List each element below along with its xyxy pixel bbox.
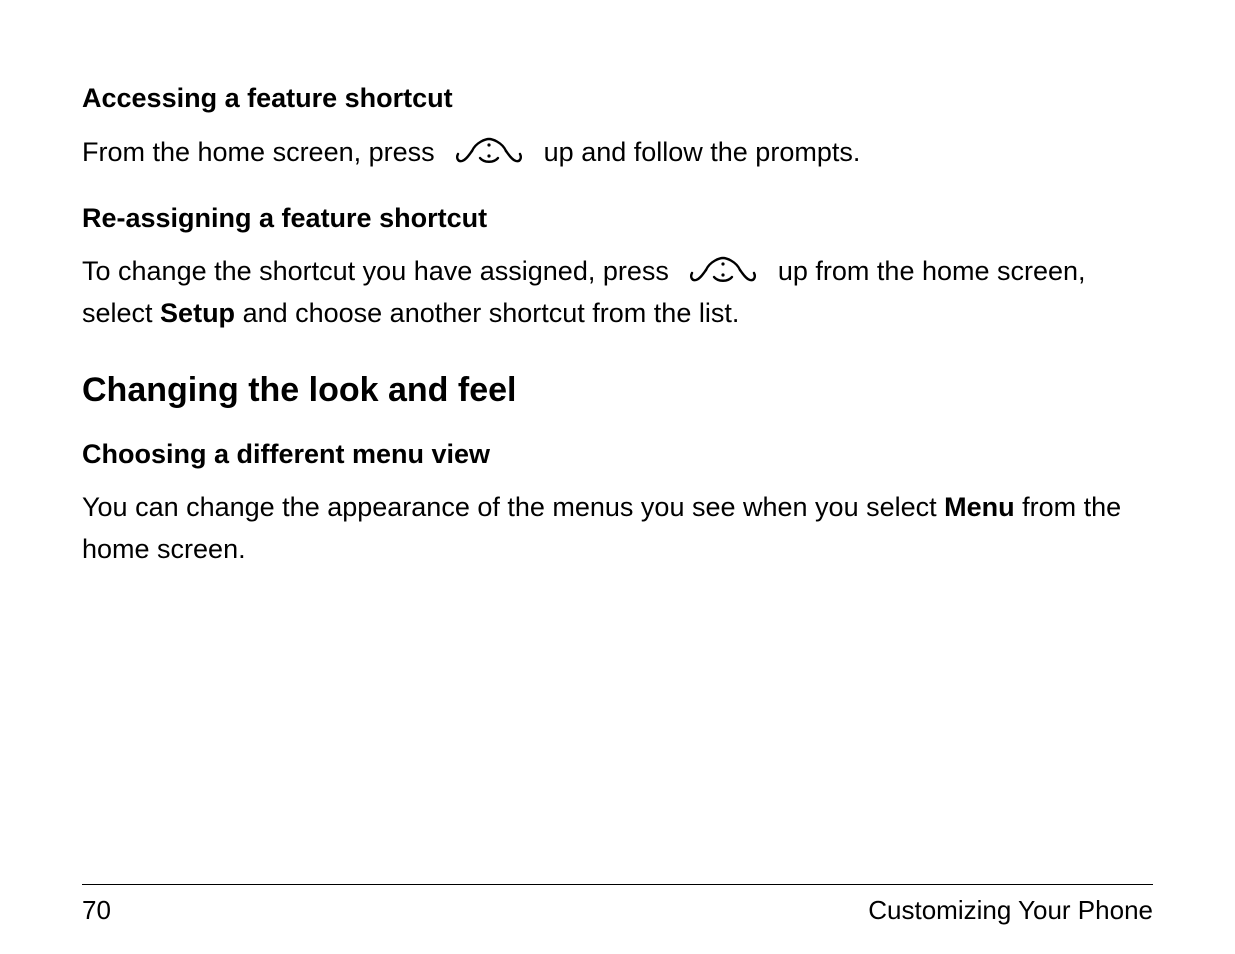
- page-number: 70: [82, 895, 111, 926]
- text-fragment: up and follow the prompts.: [544, 137, 861, 167]
- paragraph-accessing: From the home screen, press up and follo…: [82, 132, 1153, 174]
- footer-rule: [82, 884, 1153, 885]
- nav-key-icon: [686, 255, 760, 287]
- text-fragment: You can change the appearance of the men…: [82, 492, 944, 522]
- text-fragment: From the home screen, press: [82, 137, 442, 167]
- footer-row: 70 Customizing Your Phone: [82, 895, 1153, 926]
- text-bold-setup: Setup: [160, 298, 235, 328]
- heading-choosing-menu-view: Choosing a different menu view: [82, 438, 1153, 472]
- text-fragment: and choose another shortcut from the lis…: [235, 298, 739, 328]
- nav-key-icon: [452, 136, 526, 168]
- chapter-title: Customizing Your Phone: [868, 895, 1153, 926]
- page-footer: 70 Customizing Your Phone: [82, 884, 1153, 926]
- heading-changing-look-and-feel: Changing the look and feel: [82, 369, 1153, 412]
- text-fragment: To change the shortcut you have assigned…: [82, 256, 676, 286]
- heading-reassigning-feature-shortcut: Re-assigning a feature shortcut: [82, 202, 1153, 236]
- document-page: Accessing a feature shortcut From the ho…: [0, 0, 1235, 954]
- heading-accessing-feature-shortcut: Accessing a feature shortcut: [82, 82, 1153, 116]
- paragraph-choosing: You can change the appearance of the men…: [82, 487, 1153, 571]
- text-bold-menu: Menu: [944, 492, 1015, 522]
- paragraph-reassigning: To change the shortcut you have assigned…: [82, 251, 1153, 335]
